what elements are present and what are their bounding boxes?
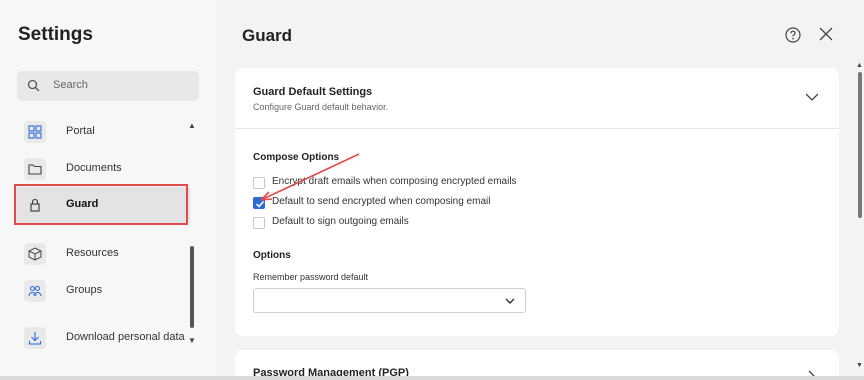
main-scrollbar[interactable]: ▲ ▼ xyxy=(856,62,864,372)
sidebar-scroll-down-arrow[interactable]: ▼ xyxy=(188,336,196,345)
search-placeholder: Search xyxy=(53,79,88,91)
annotation-highlight-box xyxy=(14,184,188,225)
sidebar-item-label: Download personal data xyxy=(66,331,185,343)
group-icon xyxy=(24,280,46,302)
sidebar-scroll-up-arrow[interactable]: ▲ xyxy=(188,121,196,130)
options-heading: Options xyxy=(253,250,291,261)
grid-icon xyxy=(24,121,46,143)
sidebar-title: Settings xyxy=(18,24,93,45)
sidebar-item-groups[interactable]: Groups xyxy=(14,273,190,309)
scrollbar-thumb[interactable] xyxy=(858,72,862,218)
remember-password-label: Remember password default xyxy=(253,272,369,282)
annotation-arrow xyxy=(260,153,360,201)
sidebar-item-label: Documents xyxy=(66,162,122,174)
scroll-down-arrow[interactable]: ▼ xyxy=(856,362,863,369)
settings-sidebar: Settings Search Portal Documents Guard R… xyxy=(0,0,216,380)
scroll-up-arrow[interactable]: ▲ xyxy=(856,62,863,69)
sidebar-item-resources[interactable]: Resources xyxy=(14,236,190,272)
download-icon xyxy=(24,327,46,349)
card-title: Guard Default Settings xyxy=(253,86,373,98)
bottom-edge xyxy=(0,376,864,380)
sidebar-item-portal[interactable]: Portal xyxy=(14,114,190,150)
guard-default-settings-card: Guard Default Settings Configure Guard d… xyxy=(235,68,839,336)
card-subtitle: Configure Guard default behavior. xyxy=(253,102,389,112)
sidebar-item-download-personal-data[interactable]: Download personal data xyxy=(14,320,190,356)
checkbox[interactable] xyxy=(253,217,265,229)
help-icon[interactable] xyxy=(785,27,801,43)
sidebar-item-documents[interactable]: Documents xyxy=(14,151,190,187)
chevron-down-icon xyxy=(505,298,515,304)
search-input[interactable]: Search xyxy=(17,71,199,101)
sidebar-item-label: Groups xyxy=(66,284,103,296)
sidebar-scrollbar-thumb[interactable] xyxy=(190,246,194,328)
card-divider xyxy=(235,128,839,129)
sidebar-item-label: Portal xyxy=(66,125,95,137)
folder-icon xyxy=(24,158,46,180)
sidebar-item-label: Resources xyxy=(66,247,119,259)
cube-icon xyxy=(24,243,46,265)
search-icon xyxy=(27,79,40,92)
page-title: Guard xyxy=(242,26,293,45)
close-icon[interactable] xyxy=(819,27,833,41)
checkbox-label: Default to sign outgoing emails xyxy=(272,216,409,227)
chevron-down-icon[interactable] xyxy=(805,92,819,102)
remember-password-select[interactable] xyxy=(253,288,526,313)
